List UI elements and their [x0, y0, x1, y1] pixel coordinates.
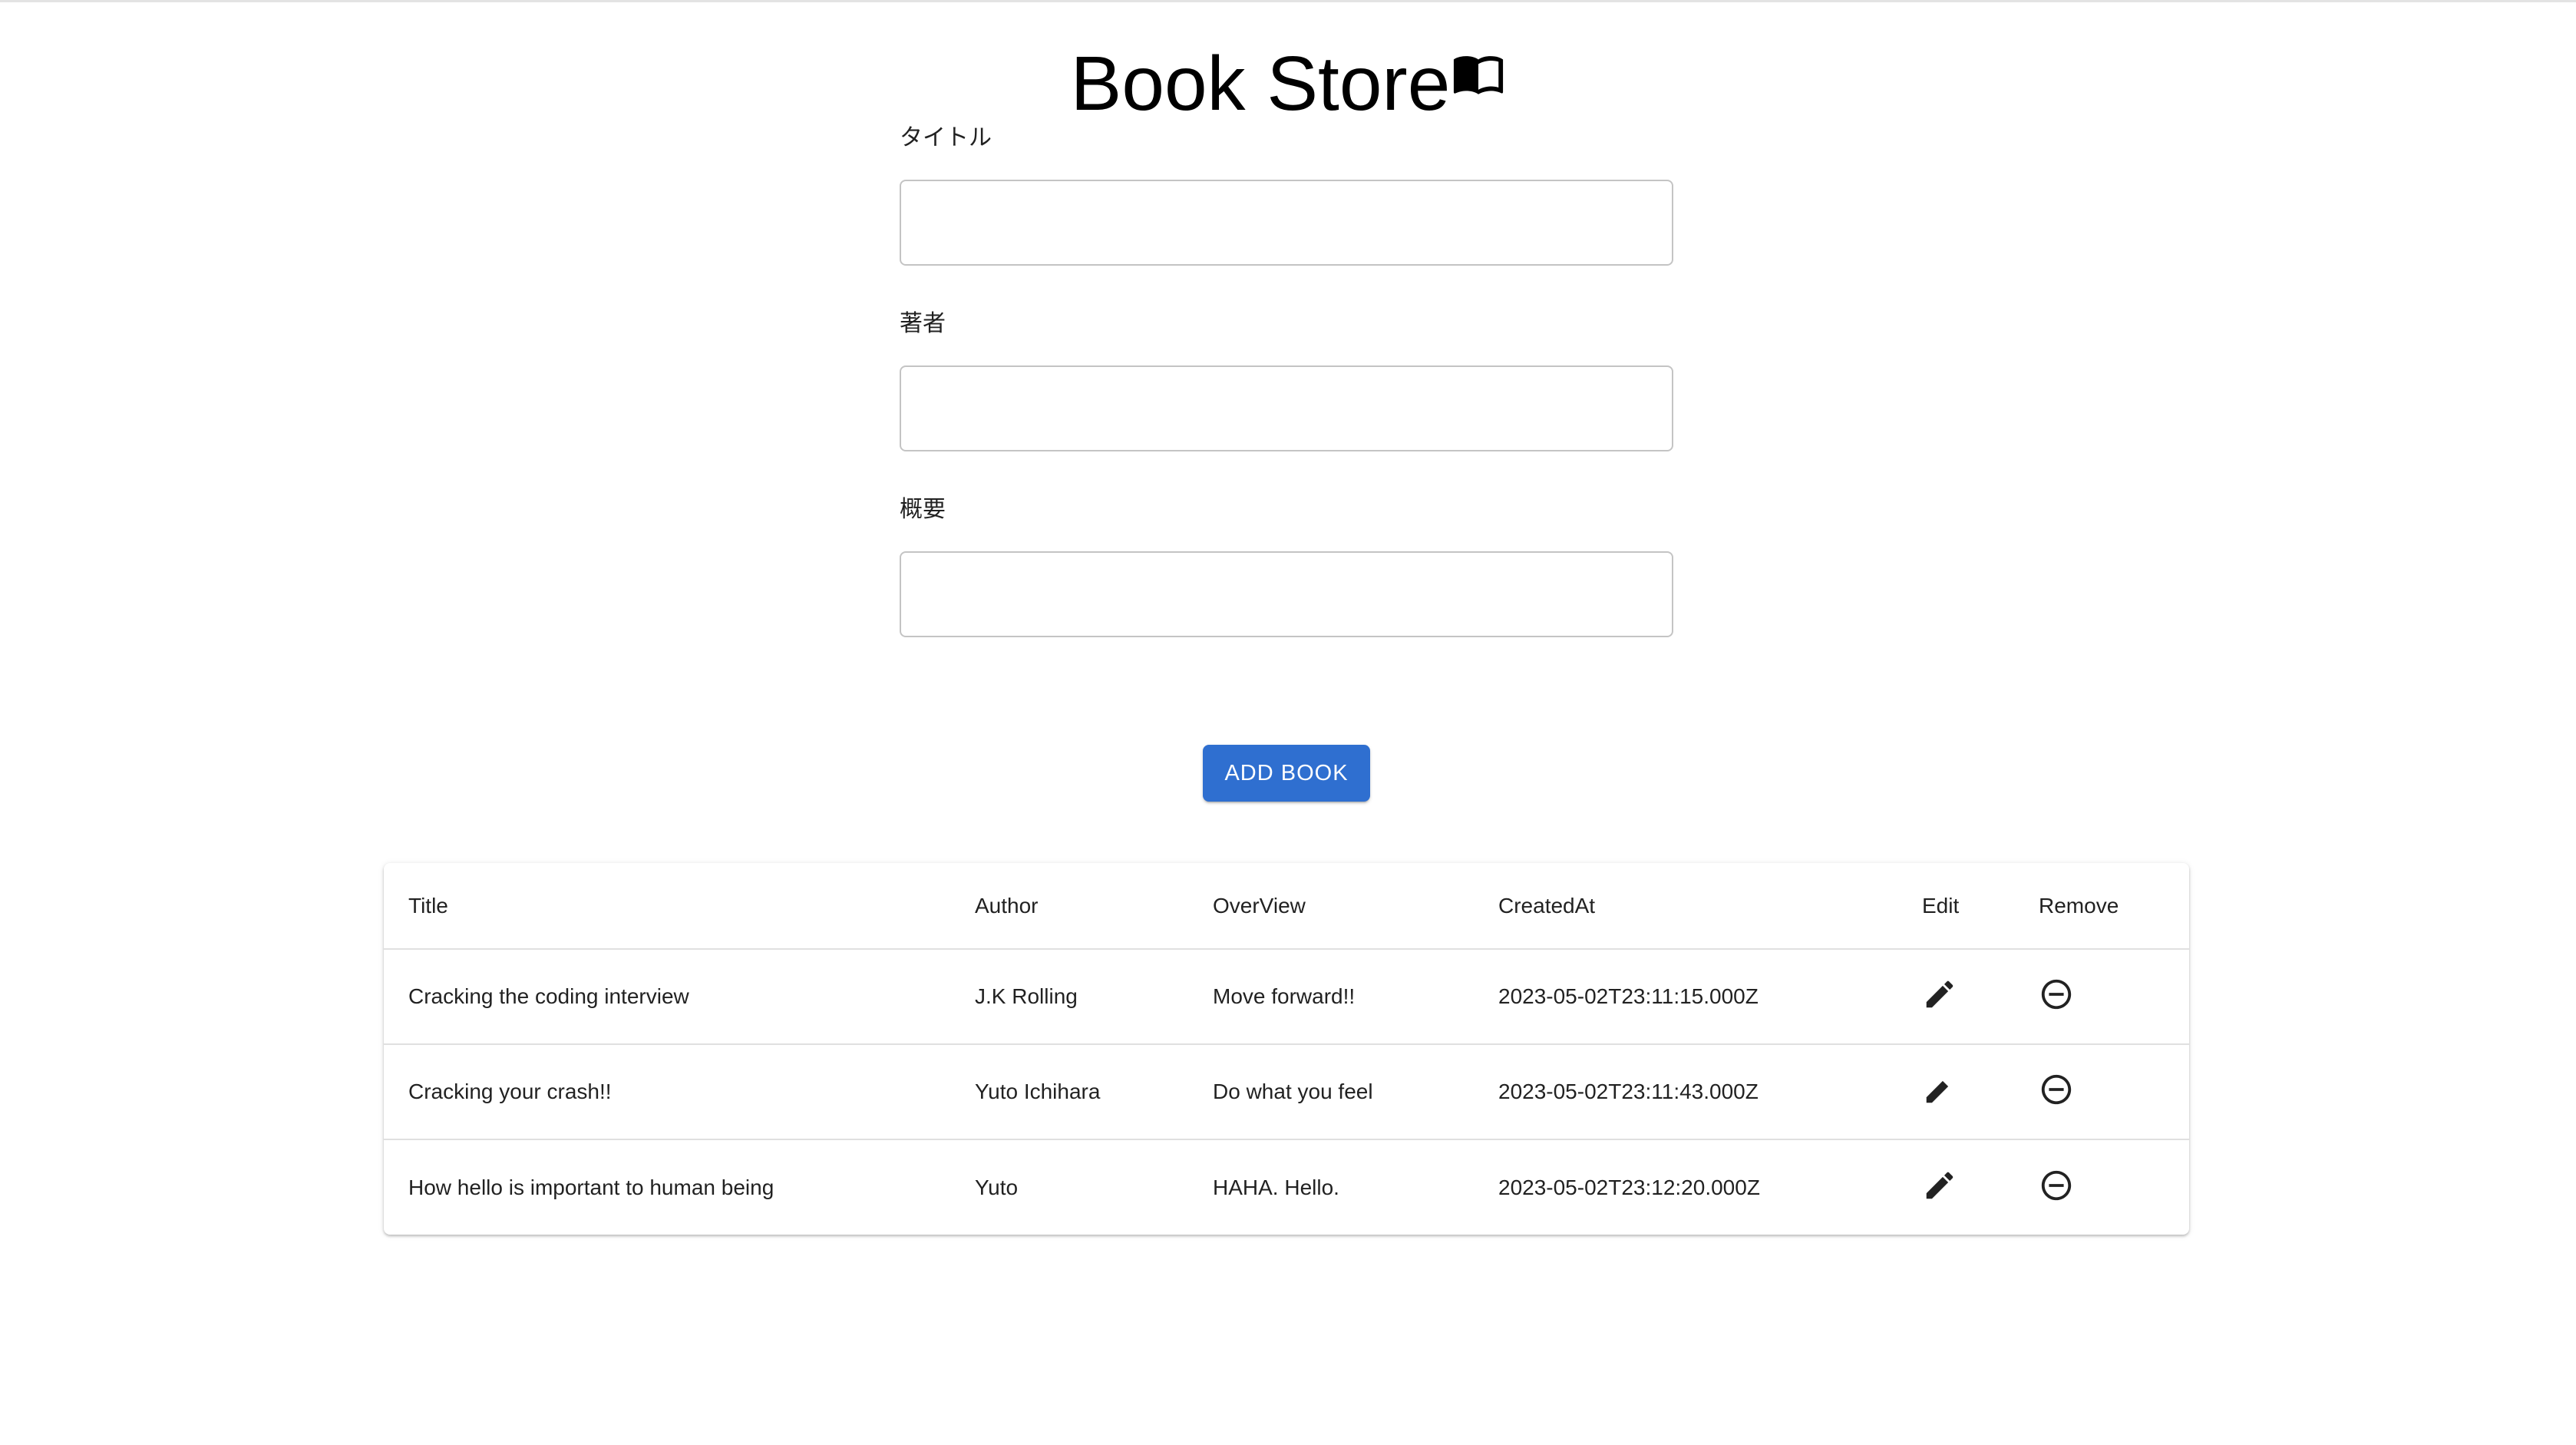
cell-remove [2014, 949, 2189, 1044]
cell-remove [2014, 1044, 2189, 1139]
cell-author: Yuto [975, 1175, 1019, 1199]
edit-button[interactable] [1922, 977, 1957, 1012]
cell-remove [2014, 1139, 2189, 1235]
overview-input[interactable] [900, 551, 1673, 637]
column-header-created-at: CreatedAt [1498, 893, 1596, 918]
add-book-button[interactable]: ADD BOOK [1203, 745, 1370, 802]
page-header: Book Store [0, 34, 2576, 134]
remove-circle-outline-icon [2041, 980, 2072, 1010]
open-book-icon [1454, 56, 1504, 94]
title-field: タイトル [900, 123, 1673, 266]
top-divider [0, 0, 2576, 2]
remove-button[interactable] [2039, 977, 2074, 1012]
remove-button[interactable] [2039, 1072, 2074, 1107]
column-header-remove: Remove [2039, 893, 2119, 918]
cell-overview: Do what you feel [1213, 1080, 1373, 1103]
column-header-overview: OverView [1213, 893, 1306, 918]
cell-edit [1897, 1139, 2014, 1235]
cell-edit [1897, 1044, 2014, 1139]
cell-overview: HAHA. Hello. [1213, 1175, 1339, 1199]
book-form: タイトル 著者 概要 [900, 123, 1673, 637]
edit-button[interactable] [1922, 1168, 1957, 1203]
edit-button[interactable] [1922, 1072, 1957, 1107]
table-header-row: Title Author OverView CreatedAt Edit Rem… [384, 863, 2189, 949]
column-header-author: Author [975, 893, 1039, 918]
table-row: Cracking the coding interview J.K Rollin… [384, 949, 2189, 1044]
title-input[interactable] [900, 180, 1673, 266]
books-table: Title Author OverView CreatedAt Edit Rem… [384, 863, 2189, 1235]
cell-title: Cracking your crash!! [408, 1080, 612, 1103]
cell-overview: Move forward!! [1213, 984, 1356, 1008]
pencil-icon [1926, 1081, 1953, 1103]
remove-circle-outline-icon [2041, 1075, 2072, 1105]
column-header-title: Title [408, 893, 448, 918]
cell-title: How hello is important to human being [408, 1175, 774, 1199]
author-field-label: 著者 [900, 310, 946, 337]
page-title: Book Store [1070, 41, 1451, 127]
author-input[interactable] [900, 365, 1673, 451]
cell-created-at: 2023-05-02T23:12:20.000Z [1498, 1175, 1760, 1199]
table-row: Cracking your crash!! Yuto Ichihara Do w… [384, 1044, 2189, 1139]
cell-author: Yuto Ichihara [975, 1080, 1101, 1103]
cell-author: J.K Rolling [975, 984, 1078, 1008]
cell-edit [1897, 949, 2014, 1044]
overview-field: 概要 [900, 494, 1673, 637]
title-field-label: タイトル [900, 124, 992, 151]
pencil-icon [1926, 1172, 1953, 1199]
table-row: How hello is important to human being Yu… [384, 1139, 2189, 1235]
cell-created-at: 2023-05-02T23:11:43.000Z [1498, 1080, 1759, 1103]
overview-field-label: 概要 [900, 496, 946, 523]
pencil-icon [1926, 981, 1953, 1008]
author-field: 著者 [900, 309, 1673, 451]
remove-circle-outline-icon [2041, 1170, 2072, 1200]
cell-title: Cracking the coding interview [408, 984, 689, 1008]
cell-created-at: 2023-05-02T23:11:15.000Z [1498, 984, 1759, 1008]
remove-button[interactable] [2039, 1168, 2074, 1203]
column-header-edit: Edit [1922, 893, 1960, 918]
